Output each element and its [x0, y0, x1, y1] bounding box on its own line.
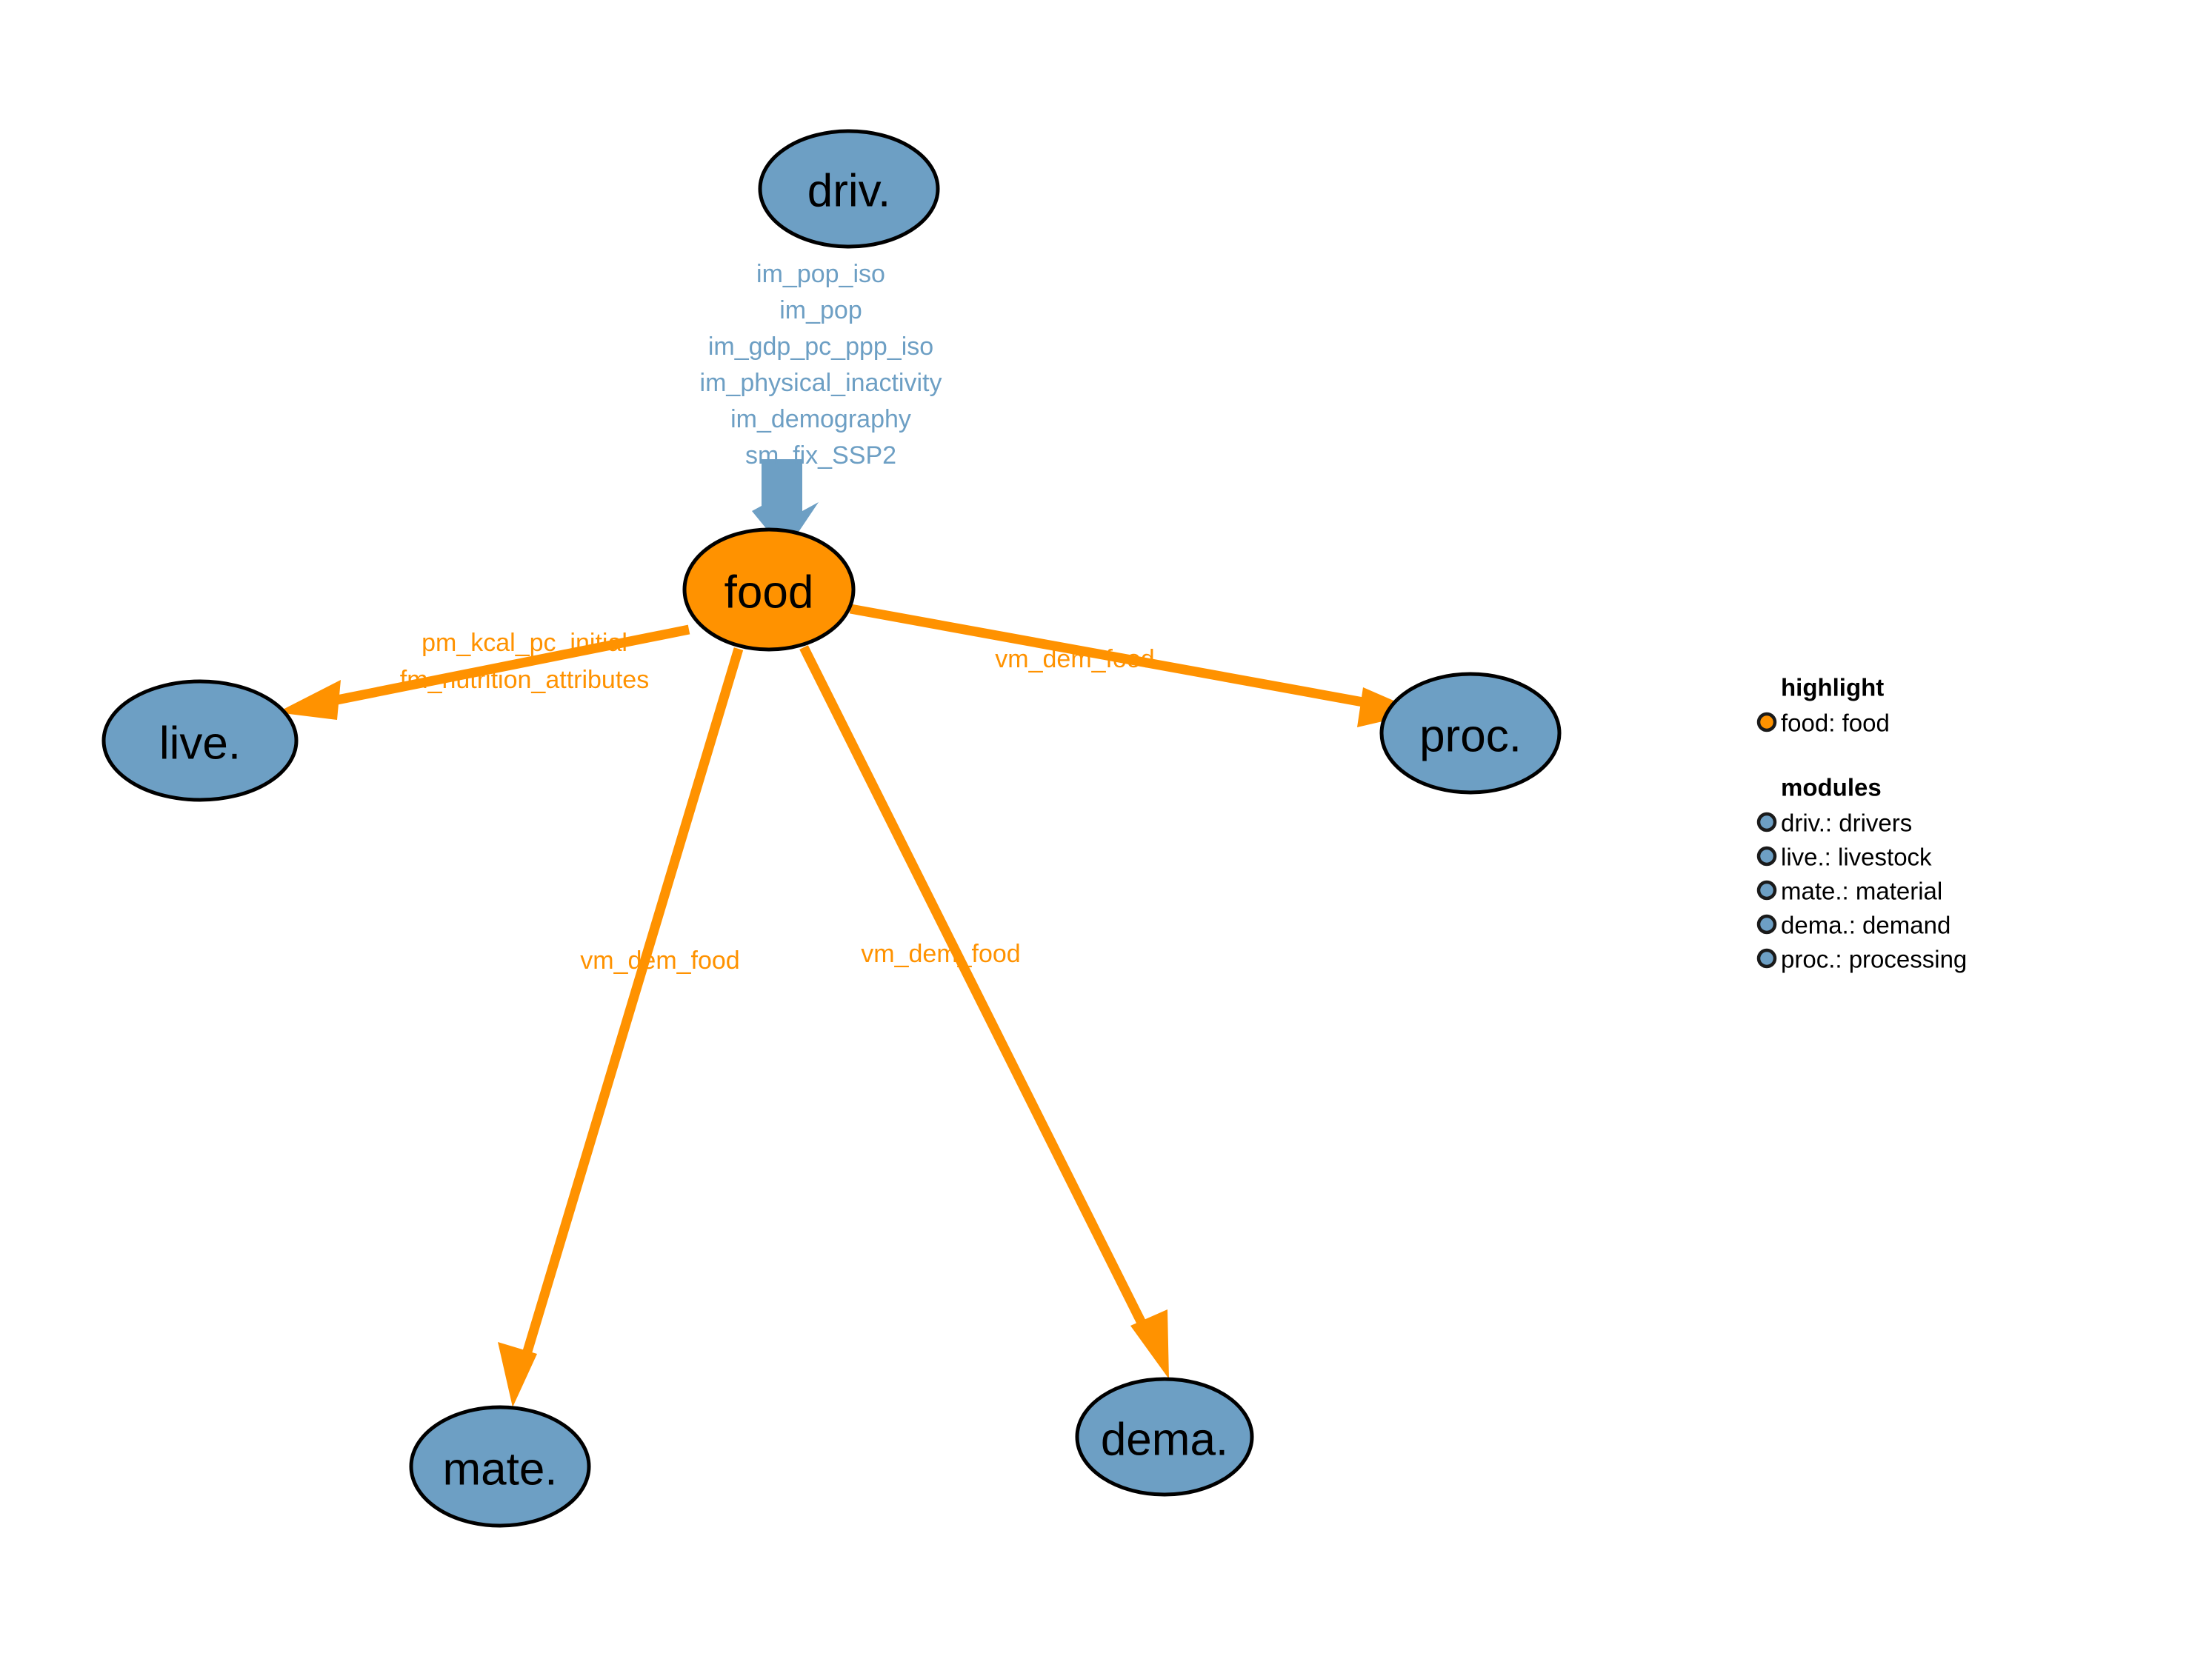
legend-modules-title: modules: [1781, 774, 1882, 801]
node-food-label: food: [724, 567, 814, 618]
node-proc[interactable]: proc.: [1379, 672, 1562, 795]
legend-item-driv-label: driv.: drivers: [1781, 810, 1912, 837]
node-live-label: live.: [159, 718, 241, 770]
node-proc-label: proc.: [1419, 711, 1522, 762]
legend-highlight-title: highlight: [1781, 674, 1884, 701]
legend-marker-food-icon: [1756, 712, 1777, 732]
legend-section-modules: modules driv.: drivers live.: livestock …: [1756, 774, 1967, 973]
node-live[interactable]: live.: [101, 679, 299, 802]
edge-label-driv-food-4: im_demography: [730, 405, 911, 433]
legend-marker-live-icon: [1756, 846, 1777, 867]
node-mate[interactable]: mate.: [409, 1405, 591, 1528]
edge-food-to-live: pm_kcal_pc_initial fm_nutrition_attribut…: [277, 624, 690, 720]
legend-marker-dema-icon: [1756, 914, 1777, 935]
edge-label-food-dema-0: vm_dem_food: [861, 940, 1020, 968]
module-dependency-diagram: im_pop_iso im_pop im_gdp_pc_ppp_iso im_p…: [101, 129, 1967, 1528]
legend-item-dema[interactable]: dema.: demand: [1756, 912, 1951, 939]
edge-label-driv-food-1: im_pop: [779, 296, 862, 324]
node-driv-label: driv.: [807, 166, 891, 217]
legend-item-mate-label: mate.: material: [1781, 878, 1942, 905]
edge-food-to-dema: vm_dem_food: [799, 645, 1169, 1379]
legend-marker-driv-icon: [1756, 812, 1777, 832]
node-food[interactable]: food: [682, 527, 856, 652]
legend-item-proc-label: proc.: processing: [1781, 946, 1967, 973]
edge-line-food-dema: [799, 645, 1151, 1335]
legend-item-live-label: live.: livestock: [1781, 844, 1932, 871]
legend-item-driv[interactable]: driv.: drivers: [1756, 810, 1912, 837]
legend-item-food-label: food: food: [1781, 710, 1890, 737]
node-dema[interactable]: dema.: [1075, 1377, 1254, 1497]
legend: highlight food: food modules driv.: driv…: [1756, 674, 1967, 973]
legend-marker-mate-icon: [1756, 880, 1777, 901]
edge-line-food-mate: [519, 647, 744, 1363]
legend-item-dema-label: dema.: demand: [1781, 912, 1951, 939]
edge-driv-to-food: im_pop_iso im_pop im_gdp_pc_ppp_iso im_p…: [700, 260, 942, 552]
edge-label-food-proc-0: vm_dem_food: [995, 645, 1154, 673]
node-mate-label: mate.: [442, 1444, 557, 1495]
legend-item-live[interactable]: live.: livestock: [1756, 844, 1932, 871]
edge-label-driv-food-0: im_pop_iso: [756, 260, 885, 288]
edge-food-to-proc: vm_dem_food: [849, 604, 1421, 727]
node-driv[interactable]: driv.: [758, 129, 940, 249]
edge-label-driv-food-3: im_physical_inactivity: [700, 369, 942, 397]
edge-label-driv-food-2: im_gdp_pc_ppp_iso: [708, 333, 933, 361]
legend-marker-proc-icon: [1756, 948, 1777, 969]
edge-label-food-mate-0: vm_dem_food: [580, 947, 739, 975]
legend-section-highlight: highlight food: food: [1756, 674, 1890, 737]
edge-food-to-mate: vm_dem_food: [498, 647, 744, 1407]
legend-item-food[interactable]: food: food: [1756, 710, 1890, 737]
legend-item-proc[interactable]: proc.: processing: [1756, 946, 1967, 973]
edge-label-food-live-1: fm_nutrition_attributes: [400, 666, 649, 694]
node-dema-label: dema.: [1101, 1415, 1228, 1466]
edge-label-driv-food-5: sm_fix_SSP2: [745, 441, 896, 470]
edge-label-food-live-0: pm_kcal_pc_initial: [422, 629, 627, 657]
legend-item-mate[interactable]: mate.: material: [1756, 878, 1942, 905]
